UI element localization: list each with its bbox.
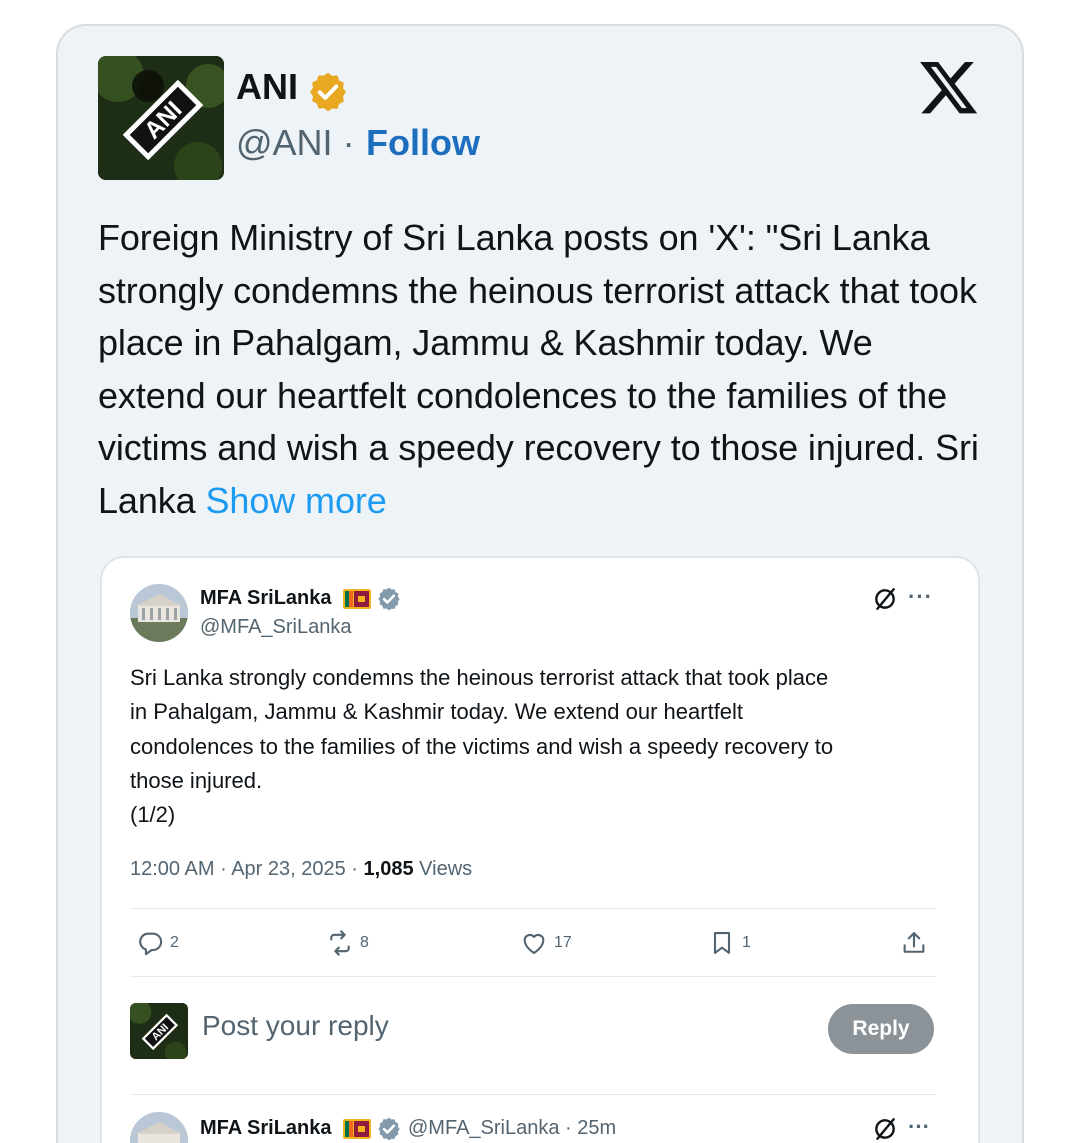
share-action[interactable] [900,928,928,958]
repost-action[interactable]: 8 [326,928,369,958]
views-count: 1,085 [363,858,414,880]
handle-text[interactable]: @ANI [236,122,333,163]
ani-logo-image: ANI [98,56,224,180]
embedded-author-name[interactable]: MFA SriLanka [200,587,332,610]
show-more-link[interactable]: Show more [206,480,387,521]
reply-action[interactable]: 2 [136,928,179,958]
post-body: Foreign Ministry of Sri Lanka posts on '… [98,217,979,521]
embedded-post-card[interactable] [100,556,980,1143]
grok-icon[interactable] [872,1116,898,1142]
ani-logo-image: ANI [130,1003,188,1059]
follow-button[interactable]: Follow [366,122,480,164]
mfa-avatar[interactable] [130,584,188,642]
embedded-text-line: those injured. [130,767,263,793]
ani-avatar[interactable]: ANI [98,56,224,180]
reply-button[interactable]: Reply [828,1004,934,1054]
post-text: Foreign Ministry of Sri Lanka posts on '… [98,212,988,527]
reply-icon [139,932,163,956]
x-logo-icon[interactable] [918,56,980,118]
post-meta: 12:00 AM · Apr 23, 2025 · 1,085 Views [130,858,472,881]
bookmark-icon [713,932,731,954]
bookmark-action[interactable]: 1 [708,928,751,958]
bookmark-count: 1 [742,934,751,951]
verified-gray-icon [378,587,400,611]
share-icon [903,932,925,953]
divider [130,976,936,977]
author-handle: @ANI · [236,122,355,164]
views-label: Views [419,858,473,880]
verified-gray-icon [378,1117,400,1141]
more-icon[interactable]: ··· [908,1114,930,1140]
like-icon [523,933,545,954]
post-date[interactable]: Apr 23, 2025 [231,858,346,880]
building-image [130,584,188,642]
embedded-text-line: (1/2) [130,802,176,828]
reply-author-name[interactable]: MFA SriLanka [200,1117,332,1140]
like-count: 17 [554,934,572,951]
sri-lanka-flag-icon [343,589,371,609]
reply-avatar: ANI [130,1003,188,1059]
meta-dot: · [220,858,227,880]
like-action[interactable]: 17 [520,928,572,958]
embedded-handle[interactable]: @MFA_SriLanka [200,616,351,639]
divider [130,1094,936,1095]
embedded-text-line: condolences to the families of the victi… [130,733,834,759]
reply-handle-time[interactable]: @MFA_SriLanka · 25m [408,1117,616,1140]
reply-input[interactable] [202,1010,762,1042]
embedded-text-line: in Pahalgam, Jammu & Kashmir today. We e… [130,699,744,725]
post-time[interactable]: 12:00 AM [130,858,215,880]
separator-dot: · [342,122,355,163]
embedded-post-text: Sri Lanka strongly condemns the heinous … [130,661,950,832]
verified-gold-icon [310,72,346,112]
more-icon[interactable]: ··· [908,584,933,610]
reply-count: 2 [170,934,179,951]
author-name[interactable]: ANI [236,66,298,108]
embedded-text-line: Sri Lanka strongly condemns the heinous … [130,665,829,690]
repost-icon [330,930,350,956]
sri-lanka-flag-icon [343,1119,371,1139]
meta-dot: · [351,858,358,880]
divider [130,908,936,909]
grok-icon[interactable] [872,586,898,612]
repost-count: 8 [360,934,369,951]
